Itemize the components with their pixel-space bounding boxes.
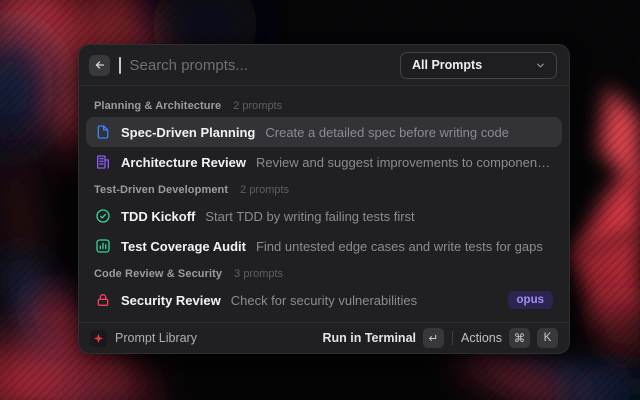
all-prompts-dropdown[interactable]: All Prompts	[400, 52, 557, 79]
section-title: Code Review & Security	[94, 268, 222, 280]
section-header: Test-Driven Development 2 prompts	[94, 184, 554, 196]
star-icon	[93, 333, 104, 344]
section-header: Code Review & Security 3 prompts	[94, 268, 554, 280]
list-item-architecture-review[interactable]: Architecture Review Review and suggest i…	[86, 147, 562, 177]
item-description: Check for security vulnerabilities	[231, 293, 417, 308]
section-count: 3 prompts	[234, 268, 283, 280]
footer-divider	[452, 331, 453, 345]
item-title: Security Review	[121, 293, 221, 308]
document-icon	[95, 124, 111, 140]
search-input[interactable]	[130, 57, 392, 74]
list-item-test-coverage-audit[interactable]: Test Coverage Audit Find untested edge c…	[86, 231, 562, 261]
filter-dropdown-value: All Prompts	[412, 58, 482, 72]
item-title: Architecture Review	[121, 155, 246, 170]
list-item-security-review[interactable]: Security Review Check for security vulne…	[86, 285, 562, 315]
command-keycap: ⌘	[509, 328, 530, 348]
footer-actions: Run in Terminal ↵ Actions ⌘ K	[322, 328, 558, 348]
app-name: Prompt Library	[115, 331, 197, 345]
item-description: Review and suggest improvements to compo…	[256, 155, 553, 170]
item-title: Spec-Driven Planning	[121, 125, 255, 140]
lock-icon	[95, 292, 111, 308]
section-count: 2 prompts	[233, 100, 282, 112]
actions-button[interactable]: Actions ⌘ K	[461, 328, 558, 348]
arrow-left-icon	[94, 59, 106, 71]
section-title: Planning & Architecture	[94, 100, 221, 112]
text-caret	[119, 57, 121, 74]
building-icon	[95, 154, 111, 170]
run-in-terminal-label: Run in Terminal	[322, 331, 416, 345]
bar-chart-icon	[95, 238, 111, 254]
prompt-list: Planning & Architecture 2 prompts Spec-D…	[79, 86, 569, 322]
model-badge: opus	[508, 291, 553, 309]
search-bar: All Prompts	[79, 45, 569, 86]
palette-footer: Prompt Library Run in Terminal ↵ Actions…	[79, 322, 569, 353]
list-item-tdd-kickoff[interactable]: TDD Kickoff Start TDD by writing failing…	[86, 201, 562, 231]
section-count: 2 prompts	[240, 184, 289, 196]
actions-label: Actions	[461, 331, 502, 345]
return-keycap: ↵	[423, 328, 444, 348]
prompt-palette: All Prompts Planning & Architecture 2 pr…	[78, 44, 570, 354]
run-in-terminal-button[interactable]: Run in Terminal ↵	[322, 328, 444, 348]
section-header: Planning & Architecture 2 prompts	[94, 100, 554, 112]
app-logo-icon	[90, 330, 107, 347]
check-circle-icon	[95, 208, 111, 224]
item-description: Find untested edge cases and write tests…	[256, 239, 543, 254]
chevron-down-icon	[535, 60, 546, 71]
item-title: Test Coverage Audit	[121, 239, 246, 254]
back-button[interactable]	[89, 55, 110, 76]
item-description: Create a detailed spec before writing co…	[265, 125, 509, 140]
section-title: Test-Driven Development	[94, 184, 228, 196]
item-title: TDD Kickoff	[121, 209, 195, 224]
k-keycap: K	[537, 328, 558, 348]
item-description: Start TDD by writing failing tests first	[205, 209, 414, 224]
list-item-spec-driven-planning[interactable]: Spec-Driven Planning Create a detailed s…	[86, 117, 562, 147]
